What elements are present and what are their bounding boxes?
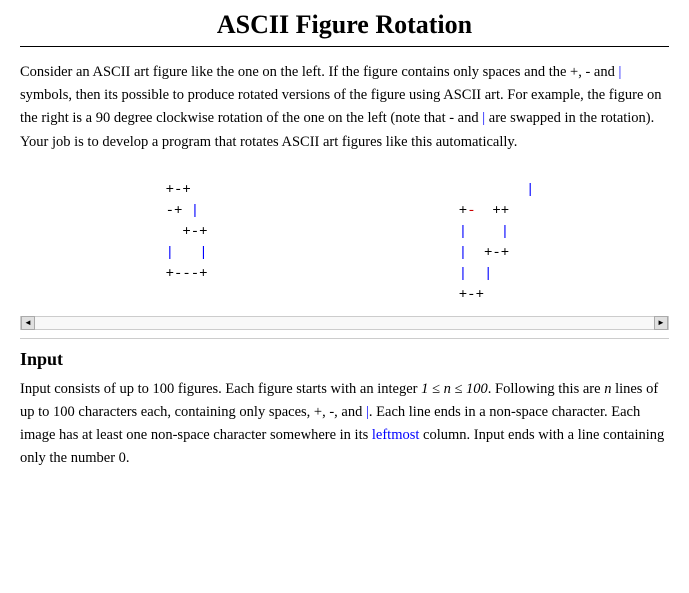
input-section-title: Input bbox=[20, 349, 669, 370]
scroll-right-button[interactable]: ► bbox=[654, 316, 668, 330]
pipe-symbol-1: | bbox=[618, 64, 621, 80]
intro-paragraph: Consider an ASCII art figure like the on… bbox=[20, 61, 669, 154]
figures-scroll-area[interactable]: +-+ -+ | +-+ | | +---+ | +- ++ | | | +-+… bbox=[20, 170, 669, 339]
horizontal-scrollbar[interactable]: ◄ ► bbox=[20, 316, 669, 330]
ascii-figure-left: +-+ -+ | +-+ | | +---+ bbox=[166, 180, 208, 306]
n-variable: n bbox=[604, 381, 611, 397]
pipe-symbol-3: | bbox=[366, 404, 369, 420]
page-title: ASCII Figure Rotation bbox=[20, 10, 669, 40]
page-container: ASCII Figure Rotation Consider an ASCII … bbox=[0, 0, 689, 491]
scroll-left-button[interactable]: ◄ bbox=[21, 316, 35, 330]
leftmost-word: leftmost bbox=[372, 427, 420, 443]
figures-container: +-+ -+ | +-+ | | +---+ | +- ++ | | | +-+… bbox=[20, 170, 669, 316]
scroll-track[interactable] bbox=[35, 317, 654, 329]
pipe-symbol-2: | bbox=[482, 110, 485, 126]
ascii-figure-right: | +- ++ | | | +-+ | | +-+ bbox=[459, 180, 535, 306]
title-divider bbox=[20, 46, 669, 47]
math-expression: 1 ≤ n ≤ 100 bbox=[421, 381, 488, 397]
input-section-text: Input consists of up to 100 figures. Eac… bbox=[20, 378, 669, 471]
